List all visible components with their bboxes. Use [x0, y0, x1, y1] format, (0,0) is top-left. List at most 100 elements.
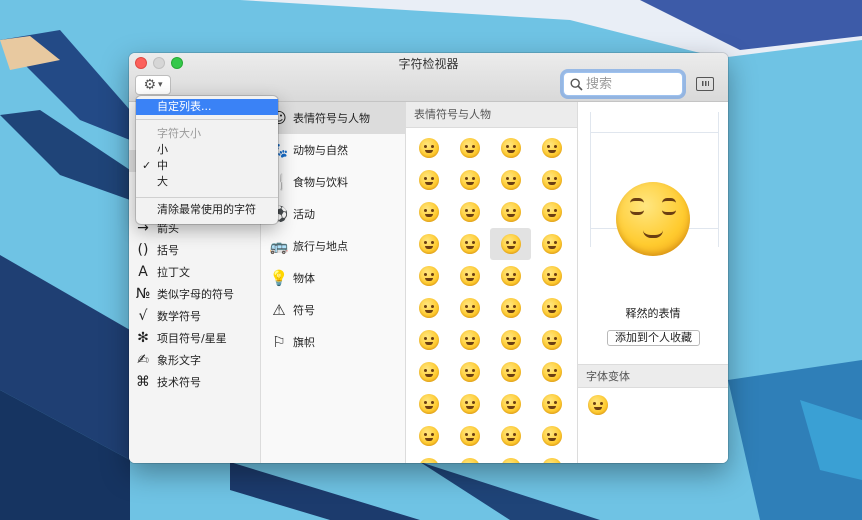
sidebar-item[interactable]: ✍ 象形文字: [135, 349, 201, 371]
sidebar-item-label: 项目符号/星星: [157, 332, 227, 345]
category-item[interactable]: ☺ 表情符号与人物: [261, 102, 405, 134]
emoji-cell[interactable]: [449, 356, 490, 388]
emoji-face-icon: [541, 362, 562, 382]
emoji-cell[interactable]: [531, 164, 572, 196]
menu-item-size-small[interactable]: 小: [136, 142, 278, 158]
emoji-face-icon: [541, 202, 562, 222]
emoji-cell[interactable]: [449, 388, 490, 420]
emoji-cell[interactable]: [449, 452, 490, 463]
character-detail: 释然的表情 添加到个人收藏 字体变体: [578, 102, 728, 463]
category-item[interactable]: 🚌 旅行与地点: [261, 230, 405, 262]
square-root-icon: √: [138, 308, 148, 324]
emoji-cell[interactable]: [490, 228, 531, 260]
emoji-face-icon: [418, 266, 439, 286]
emoji-face-icon: [500, 394, 521, 414]
category-item[interactable]: 🍴 食物与饮料: [261, 166, 405, 198]
character-grid-icon[interactable]: [696, 77, 714, 91]
menu-item-font-size-header: 字符大小: [157, 127, 201, 140]
gear-icon: ⚙: [143, 77, 157, 93]
category-item-label: 物体: [293, 272, 315, 285]
emoji-cell[interactable]: [490, 260, 531, 292]
category-item-label: 旅行与地点: [293, 240, 348, 253]
menu-item-size-large[interactable]: 大: [136, 174, 278, 190]
emoji-cell[interactable]: [449, 228, 490, 260]
emoji-cell[interactable]: [490, 452, 531, 463]
emoji-cell[interactable]: [531, 228, 572, 260]
sidebar-item-label: 象形文字: [157, 354, 201, 367]
emoji-face-icon: [418, 426, 439, 446]
menu-item-size-medium[interactable]: ✓ 中: [136, 158, 278, 174]
emoji-face-icon: [459, 202, 480, 222]
emoji-face-icon: [500, 266, 521, 286]
emoji-cell[interactable]: [490, 388, 531, 420]
emoji-cell[interactable]: [408, 388, 449, 420]
action-menu-button[interactable]: ⚙ ▾: [135, 75, 171, 95]
sidebar-item[interactable]: A 拉丁文: [135, 261, 190, 283]
emoji-cell[interactable]: [408, 196, 449, 228]
emoji-cell[interactable]: [449, 260, 490, 292]
emoji-cell[interactable]: [531, 292, 572, 324]
sidebar-item[interactable]: () 括号: [135, 239, 179, 261]
category-item[interactable]: 🐾 动物与自然: [261, 134, 405, 166]
sidebar-item[interactable]: ⌘ 技术符号: [135, 371, 201, 393]
emoji-cell[interactable]: [408, 132, 449, 164]
emoji-cell[interactable]: [408, 324, 449, 356]
emoji-cell[interactable]: [449, 292, 490, 324]
emoji-cell[interactable]: [490, 420, 531, 452]
emoji-cell[interactable]: [531, 452, 572, 463]
emoji-face-icon: [500, 138, 521, 158]
emoji-cell[interactable]: [449, 420, 490, 452]
emoji-cell[interactable]: [531, 196, 572, 228]
emoji-panel-header: 表情符号与人物: [406, 102, 577, 128]
menu-item-clear-recents[interactable]: 清除最常使用的字符: [136, 202, 278, 218]
emoji-cell[interactable]: [408, 356, 449, 388]
search-field[interactable]: [563, 72, 683, 96]
emoji-cell[interactable]: [408, 228, 449, 260]
emoji-cell[interactable]: [531, 420, 572, 452]
emoji-face-icon: [418, 458, 439, 463]
character-name: 释然的表情: [625, 307, 681, 320]
emoji-cell[interactable]: [490, 356, 531, 388]
menu-item-label: 中: [157, 159, 168, 172]
search-input[interactable]: [586, 75, 678, 93]
category-item-label: 符号: [293, 304, 315, 317]
emoji-cell[interactable]: [449, 196, 490, 228]
latin-letter-icon: A: [138, 264, 148, 280]
search-icon: [570, 78, 583, 91]
sidebar-item[interactable]: № 类似字母的符号: [135, 283, 234, 305]
emoji-cell[interactable]: [531, 324, 572, 356]
emoji-cell[interactable]: [408, 452, 449, 463]
emoji-cell[interactable]: [408, 420, 449, 452]
add-to-favorites-button[interactable]: 添加到个人收藏: [607, 330, 700, 346]
sidebar-item[interactable]: ✻ 项目符号/星星: [135, 327, 227, 349]
category-item[interactable]: ⚽ 活动: [261, 198, 405, 230]
category-item[interactable]: ⚐ 旗帜: [261, 326, 405, 358]
emoji-face-icon: [541, 458, 562, 463]
emoji-cell[interactable]: [490, 292, 531, 324]
emoji-cell[interactable]: [490, 196, 531, 228]
category-list: ☺ 表情符号与人物 🐾 动物与自然 🍴 食物与饮料 ⚽ 活动 🚌 旅行与地点 💡 物体 ⚠ 符号 ⚐ 旗帜: [261, 102, 406, 463]
emoji-cell[interactable]: [449, 324, 490, 356]
emoji-cell[interactable]: [531, 260, 572, 292]
menu-item-customize-list[interactable]: 自定列表...: [136, 99, 278, 115]
emoji-cell[interactable]: [408, 292, 449, 324]
emoji-face-icon: [500, 426, 521, 446]
emoji-cell[interactable]: [531, 356, 572, 388]
emoji-cell[interactable]: [449, 164, 490, 196]
emoji-cell[interactable]: [449, 132, 490, 164]
emoji-cell[interactable]: [531, 388, 572, 420]
emoji-cell[interactable]: [490, 132, 531, 164]
emoji-cell[interactable]: [490, 164, 531, 196]
sidebar-item-label: 类似字母的符号: [157, 288, 234, 301]
emoji-cell[interactable]: [408, 164, 449, 196]
emoji-cell[interactable]: [408, 260, 449, 292]
emoji-face-icon: [541, 426, 562, 446]
sidebar-item[interactable]: √ 数学符号: [135, 305, 201, 327]
category-item-label: 动物与自然: [293, 144, 348, 157]
font-variant-item[interactable]: [588, 395, 608, 415]
menu-separator: [136, 119, 278, 120]
category-item[interactable]: 💡 物体: [261, 262, 405, 294]
emoji-cell[interactable]: [490, 324, 531, 356]
category-item[interactable]: ⚠ 符号: [261, 294, 405, 326]
emoji-cell[interactable]: [531, 132, 572, 164]
